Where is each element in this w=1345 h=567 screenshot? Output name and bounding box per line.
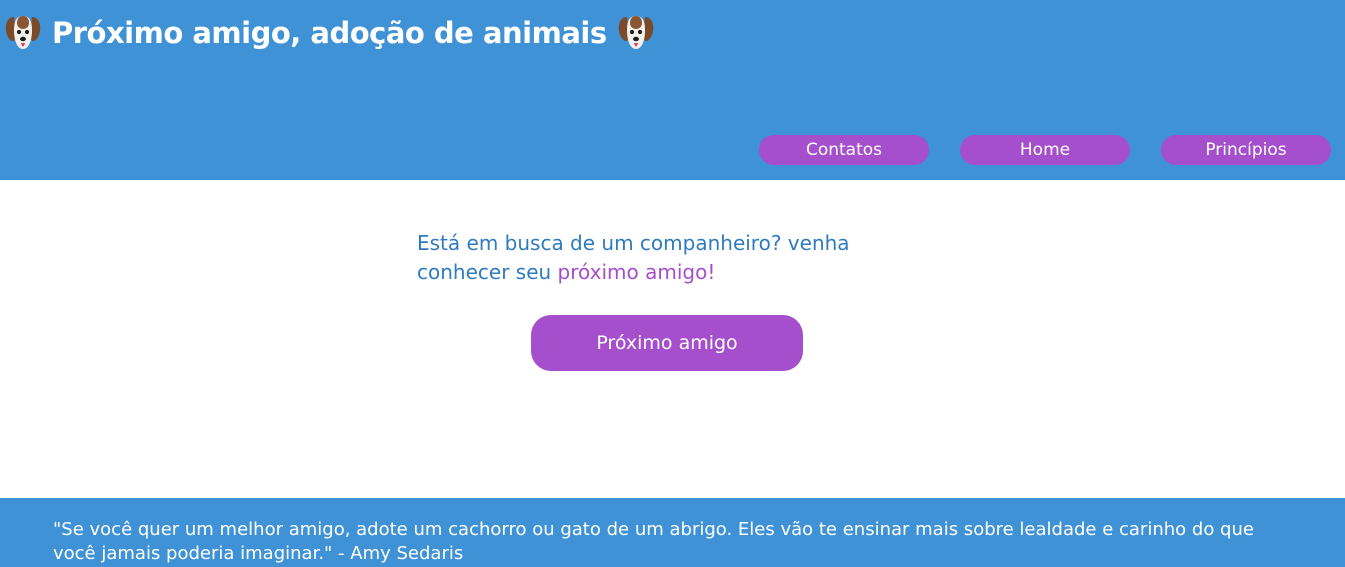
main-content: Está em busca de um companheiro? venha c… xyxy=(0,180,1345,498)
tagline: Está em busca de um companheiro? venha c… xyxy=(417,229,877,287)
proximo-amigo-button[interactable]: Próximo amigo xyxy=(531,315,803,371)
tagline-highlight: próximo amigo! xyxy=(557,260,716,284)
site-header: Próximo amigo, adoção de animais Contato… xyxy=(0,0,1345,180)
nav-principios-button[interactable]: Princípios xyxy=(1161,135,1331,165)
site-title: Próximo amigo, adoção de animais xyxy=(52,16,607,50)
site-footer: "Se você quer um melhor amigo, adote um … xyxy=(0,498,1345,567)
dog-face-icon xyxy=(4,13,42,53)
brand: Próximo amigo, adoção de animais xyxy=(4,12,655,54)
nav-contatos-button[interactable]: Contatos xyxy=(759,135,929,165)
nav-home-button[interactable]: Home xyxy=(960,135,1130,165)
footer-quote: "Se você quer um melhor amigo, adote um … xyxy=(53,519,1254,564)
dog-face-icon xyxy=(617,13,655,53)
